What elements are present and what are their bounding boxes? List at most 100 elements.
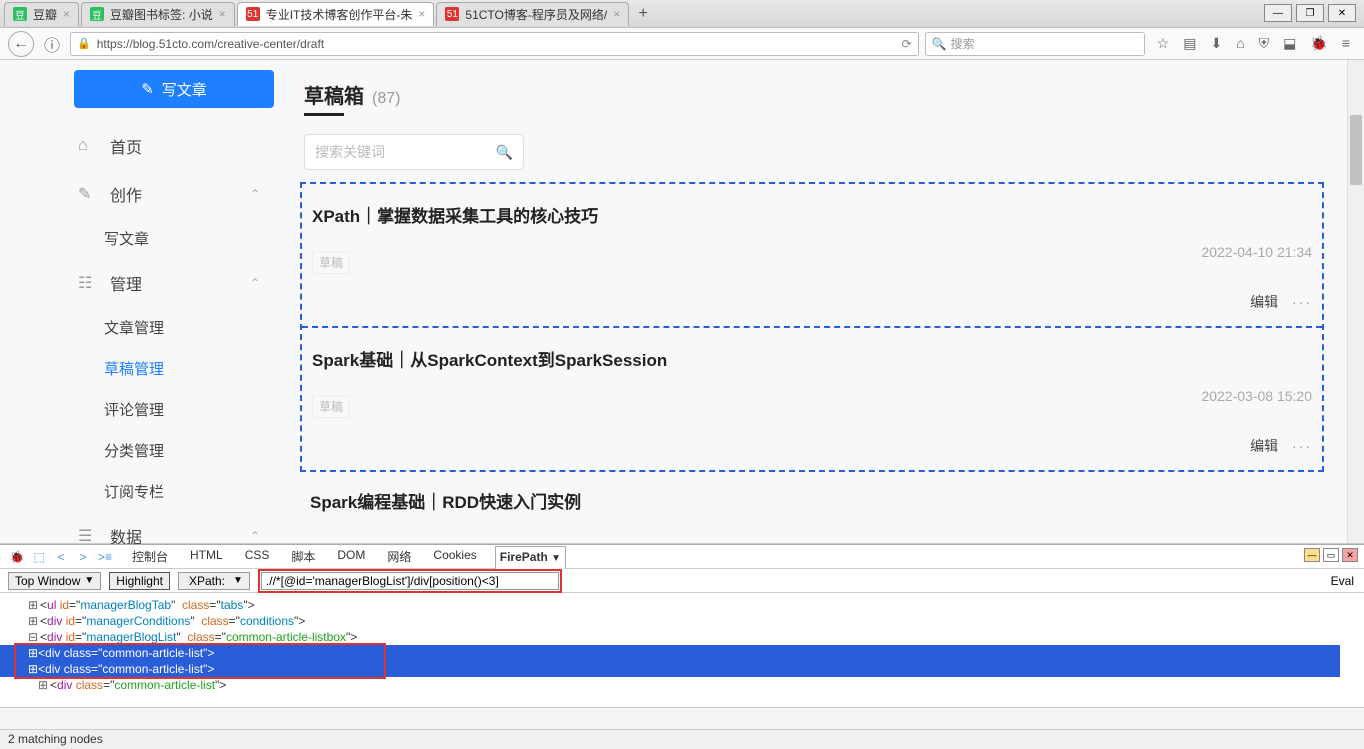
sidebar-sub-subscribe[interactable]: 订阅专栏 xyxy=(0,471,300,512)
scrollbar-thumb[interactable] xyxy=(1350,115,1362,185)
article-item[interactable]: Spark基础｜从SparkContext到SparkSession 2022-… xyxy=(302,326,1322,470)
more-icon[interactable]: ··· xyxy=(1292,438,1312,454)
sidebar-sub-comments[interactable]: 评论管理 xyxy=(0,389,300,430)
search-drafts-input[interactable]: 搜索关键词 🔍 xyxy=(304,134,524,170)
window-minimize[interactable]: — xyxy=(1264,4,1292,22)
dt-tab-firepath[interactable]: FirePath ▼ xyxy=(495,546,566,569)
dt-tab-css[interactable]: CSS xyxy=(241,545,274,568)
window-close[interactable]: ✕ xyxy=(1328,4,1356,22)
sidebar-sub-articles[interactable]: 文章管理 xyxy=(0,307,300,348)
library-icon[interactable]: ▤ xyxy=(1183,35,1196,52)
expand-icon[interactable]: ⊞ xyxy=(28,597,40,613)
search-placeholder: 搜索关键词 xyxy=(315,142,385,162)
tag: div xyxy=(47,630,62,644)
browser-tab-2[interactable]: 51 专业IT技术博客创作平台-朱 × xyxy=(237,2,435,26)
browser-search-input[interactable]: 🔍 搜索 xyxy=(925,32,1145,56)
devtools-minimize[interactable]: — xyxy=(1304,548,1320,562)
xpath-dropdown[interactable]: XPath: ▼ xyxy=(178,572,250,590)
expand-icon[interactable]: ⊞ xyxy=(28,662,38,676)
draft-tag: 草稿 xyxy=(312,251,350,274)
bookmark-icon[interactable]: ☆ xyxy=(1157,35,1170,52)
drafts-header: 草稿箱 (87) xyxy=(304,80,1324,109)
tab-title: 专业IT技术博客创作平台-朱 xyxy=(266,6,413,23)
article-title: Spark基础｜从SparkContext到SparkSession xyxy=(312,346,1312,371)
back-button[interactable]: ← xyxy=(8,31,34,57)
dt-tab-script[interactable]: 脚本 xyxy=(287,545,319,568)
browser-tab-3[interactable]: 51 51CTO博客-程序员及网络/ × xyxy=(436,2,629,26)
val: common-article-list xyxy=(102,646,203,660)
tab-close-icon[interactable]: × xyxy=(63,7,70,21)
firebug-icon[interactable]: 🐞 xyxy=(8,550,26,564)
tab-close-icon[interactable]: × xyxy=(613,7,620,21)
prev-icon[interactable]: < xyxy=(52,550,70,564)
eval-button[interactable]: Eval xyxy=(1331,574,1354,588)
top-window-dropdown[interactable]: Top Window ▼ xyxy=(8,572,101,590)
sidebar-sub-categories[interactable]: 分类管理 xyxy=(0,430,300,471)
tab-close-icon[interactable]: × xyxy=(219,7,226,21)
tree-line-selected[interactable]: ⊞<div class="common-article-list"> xyxy=(0,661,1340,677)
url-input[interactable]: 🔒 https://blog.51cto.com/creative-center… xyxy=(70,32,919,56)
tree-line[interactable]: ⊞<div id="managerConditions" class="cond… xyxy=(28,613,1364,629)
expand-icon[interactable]: ⊞ xyxy=(38,677,50,691)
tree-line[interactable]: ⊟<div id="managerBlogList" class="common… xyxy=(28,629,1364,645)
expand-icon[interactable]: ⊞ xyxy=(28,613,40,629)
draft-tag: 草稿 xyxy=(312,395,350,418)
browser-tab-0[interactable]: 豆 豆瓣 × xyxy=(4,2,79,26)
edit-link[interactable]: 编辑 xyxy=(1250,438,1278,454)
tree-line[interactable]: ⊞<div class="common-article-list"> xyxy=(28,677,1364,691)
edit-icon: ✎ xyxy=(78,184,96,204)
sidebar-item-home[interactable]: ⌂ 首页 xyxy=(0,122,300,170)
shield-icon[interactable]: ⛨ xyxy=(1259,35,1270,52)
devtools-popout[interactable]: ▭ xyxy=(1323,548,1339,562)
tree-line-selected[interactable]: ⊞<div class="common-article-list"> xyxy=(0,645,1340,661)
article-item[interactable]: XPath｜掌握数据采集工具的核心技巧 2022-04-10 21:34 草稿 … xyxy=(302,184,1322,326)
browser-tab-1[interactable]: 豆 豆瓣图书标签: 小说 × xyxy=(81,2,235,26)
window-maximize[interactable]: ❐ xyxy=(1296,4,1324,22)
bug-icon[interactable]: 🐞 xyxy=(1310,35,1327,52)
sidebar: ✎ 写文章 ⌂ 首页 ✎ 创作 ⌃ 写文章 ☷ 管理 ⌃ 文章管理 草稿管理 评… xyxy=(0,60,300,543)
dt-tab-html[interactable]: HTML xyxy=(186,545,227,568)
tab-title: 豆瓣 xyxy=(33,6,57,23)
inspect-icon[interactable]: ⬚ xyxy=(30,550,48,564)
sidebar-icon[interactable]: ⬓ xyxy=(1283,35,1296,52)
sidebar-sub-drafts[interactable]: 草稿管理 xyxy=(0,348,300,389)
menu-icon[interactable]: ≡ xyxy=(1342,35,1350,52)
article-date: 2022-04-10 21:34 xyxy=(1201,244,1312,260)
tag: ul xyxy=(47,598,56,612)
page-content: ✎ 写文章 ⌂ 首页 ✎ 创作 ⌃ 写文章 ☷ 管理 ⌃ 文章管理 草稿管理 评… xyxy=(0,60,1364,544)
new-tab-button[interactable]: + xyxy=(631,5,655,23)
reload-icon[interactable]: ⟳ xyxy=(902,37,912,51)
tab-close-icon[interactable]: × xyxy=(418,7,425,21)
info-icon[interactable]: ⓘ xyxy=(40,32,64,56)
sidebar-item-create[interactable]: ✎ 创作 ⌃ xyxy=(0,170,300,218)
dt-tab-dom[interactable]: DOM xyxy=(333,545,369,568)
article-title: XPath｜掌握数据采集工具的核心技巧 xyxy=(312,202,1312,227)
devtools-close[interactable]: ✕ xyxy=(1342,548,1358,562)
download-icon[interactable]: ⬇ xyxy=(1210,35,1222,52)
main-content: 草稿箱 (87) 搜索关键词 🔍 XPath｜掌握数据采集工具的核心技巧 202… xyxy=(300,60,1364,543)
article-date: 2022-03-08 15:20 xyxy=(1201,388,1312,404)
sidebar-sub-write[interactable]: 写文章 xyxy=(0,218,300,259)
console-icon[interactable]: >≡ xyxy=(96,550,114,564)
collapse-icon[interactable]: ⊟ xyxy=(28,629,40,645)
home-icon[interactable]: ⌂ xyxy=(1236,35,1244,52)
attr: id xyxy=(66,614,75,628)
dt-tab-net[interactable]: 网络 xyxy=(383,545,415,568)
dt-tab-cookies[interactable]: Cookies xyxy=(429,545,480,568)
more-icon[interactable]: ··· xyxy=(1292,294,1312,310)
dom-tree[interactable]: ⊞<ul id="managerBlogTab" class="tabs"> ⊞… xyxy=(0,593,1364,691)
highlight-button[interactable]: Highlight xyxy=(109,572,170,590)
sidebar-item-manage[interactable]: ☷ 管理 ⌃ xyxy=(0,259,300,307)
page-scrollbar[interactable] xyxy=(1347,60,1364,543)
tag: div xyxy=(45,646,60,660)
xpath-input[interactable] xyxy=(261,572,559,590)
home-icon: ⌂ xyxy=(78,137,96,155)
tag: div xyxy=(57,678,72,691)
dt-tab-console[interactable]: 控制台 xyxy=(128,545,172,568)
next-icon[interactable]: > xyxy=(74,550,92,564)
sidebar-label: 首页 xyxy=(110,134,142,158)
edit-link[interactable]: 编辑 xyxy=(1250,294,1278,310)
expand-icon[interactable]: ⊞ xyxy=(28,646,38,660)
tree-line[interactable]: ⊞<ul id="managerBlogTab" class="tabs"> xyxy=(28,597,1364,613)
write-article-button[interactable]: ✎ 写文章 xyxy=(74,70,274,108)
